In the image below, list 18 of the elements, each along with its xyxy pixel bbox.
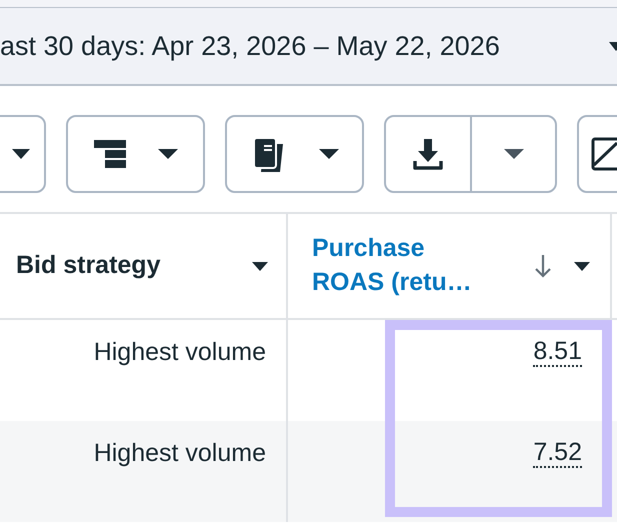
table-cell: 8.51 bbox=[533, 338, 582, 368]
export-split-button[interactable] bbox=[384, 115, 557, 193]
date-range-picker[interactable]: ast 30 days: Apr 23, 2026 – May 22, 2026 bbox=[0, 8, 617, 86]
caret-icon bbox=[158, 149, 178, 159]
column-header[interactable]: Bid strategy bbox=[0, 214, 288, 318]
table-cell: 7.52 bbox=[533, 438, 582, 468]
breakdown-icon bbox=[94, 138, 126, 170]
caret-icon bbox=[318, 149, 338, 159]
chart-icon bbox=[591, 137, 617, 171]
caret-icon bbox=[504, 149, 524, 159]
breakdown-button[interactable] bbox=[66, 115, 205, 193]
column-header[interactable]: Purchase ROAS (retu… bbox=[288, 214, 612, 318]
table-cell: Highest volume bbox=[94, 439, 266, 468]
caret-icon bbox=[252, 262, 268, 270]
caret-icon bbox=[574, 262, 590, 270]
caret-icon bbox=[12, 149, 30, 159]
table-cell: Highest volume bbox=[94, 338, 266, 367]
reports-button[interactable] bbox=[225, 115, 364, 193]
